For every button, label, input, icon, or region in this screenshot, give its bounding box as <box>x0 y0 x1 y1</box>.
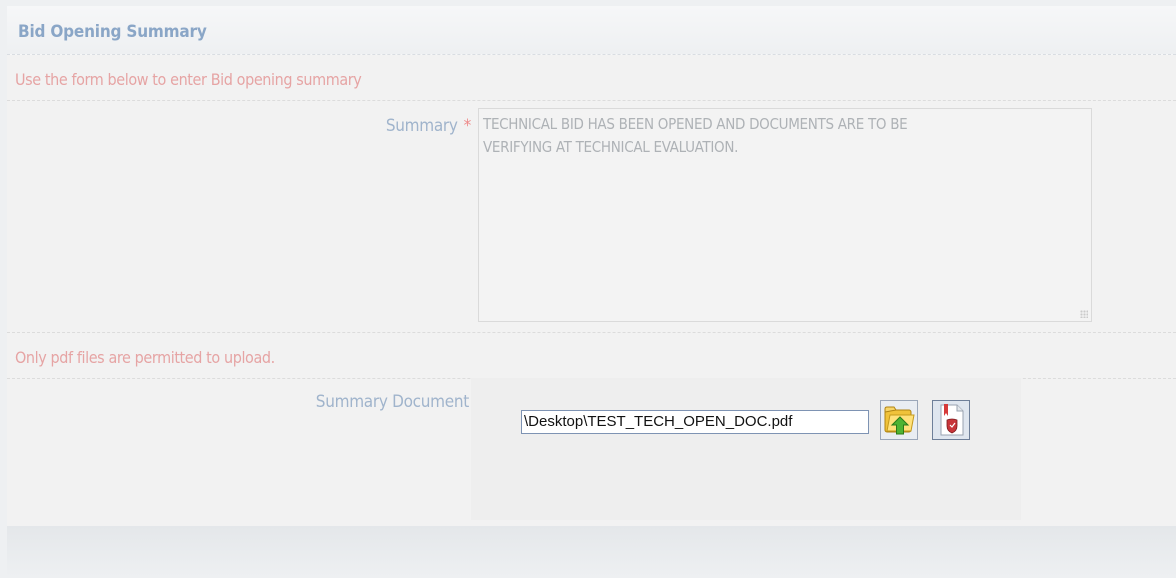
summary-text-line-2: VERIFYING AT TECHNICAL EVALUATION. <box>483 138 739 156</box>
file-path-input[interactable]: \Desktop\TEST_TECH_OPEN_DOC.pdf <box>521 410 869 434</box>
upload-note: Only pdf files are permitted to upload. <box>15 348 275 367</box>
divider <box>7 332 1176 333</box>
folder-upload-icon <box>884 406 915 435</box>
summary-label: Summary * <box>386 116 471 136</box>
view-document-button[interactable] <box>932 400 970 440</box>
panel-title: Bid Opening Summary <box>18 22 207 42</box>
panel-footer <box>7 526 1176 578</box>
resize-grip-icon[interactable] <box>1080 310 1088 318</box>
browse-button[interactable] <box>880 400 918 440</box>
summary-label-text: Summary <box>385 116 458 136</box>
form-instruction: Use the form below to enter Bid opening … <box>15 70 362 89</box>
divider <box>7 100 1176 101</box>
required-mark: * <box>463 116 472 136</box>
summary-textarea[interactable]: TECHNICAL BID HAS BEEN OPENED AND DOCUME… <box>478 108 1092 322</box>
panel-header: Bid Opening Summary <box>7 6 1176 55</box>
summary-text-line-1: TECHNICAL BID HAS BEEN OPENED AND DOCUME… <box>483 115 908 133</box>
summary-document-label: Summary Document <box>315 392 470 412</box>
pdf-document-icon <box>940 404 964 436</box>
